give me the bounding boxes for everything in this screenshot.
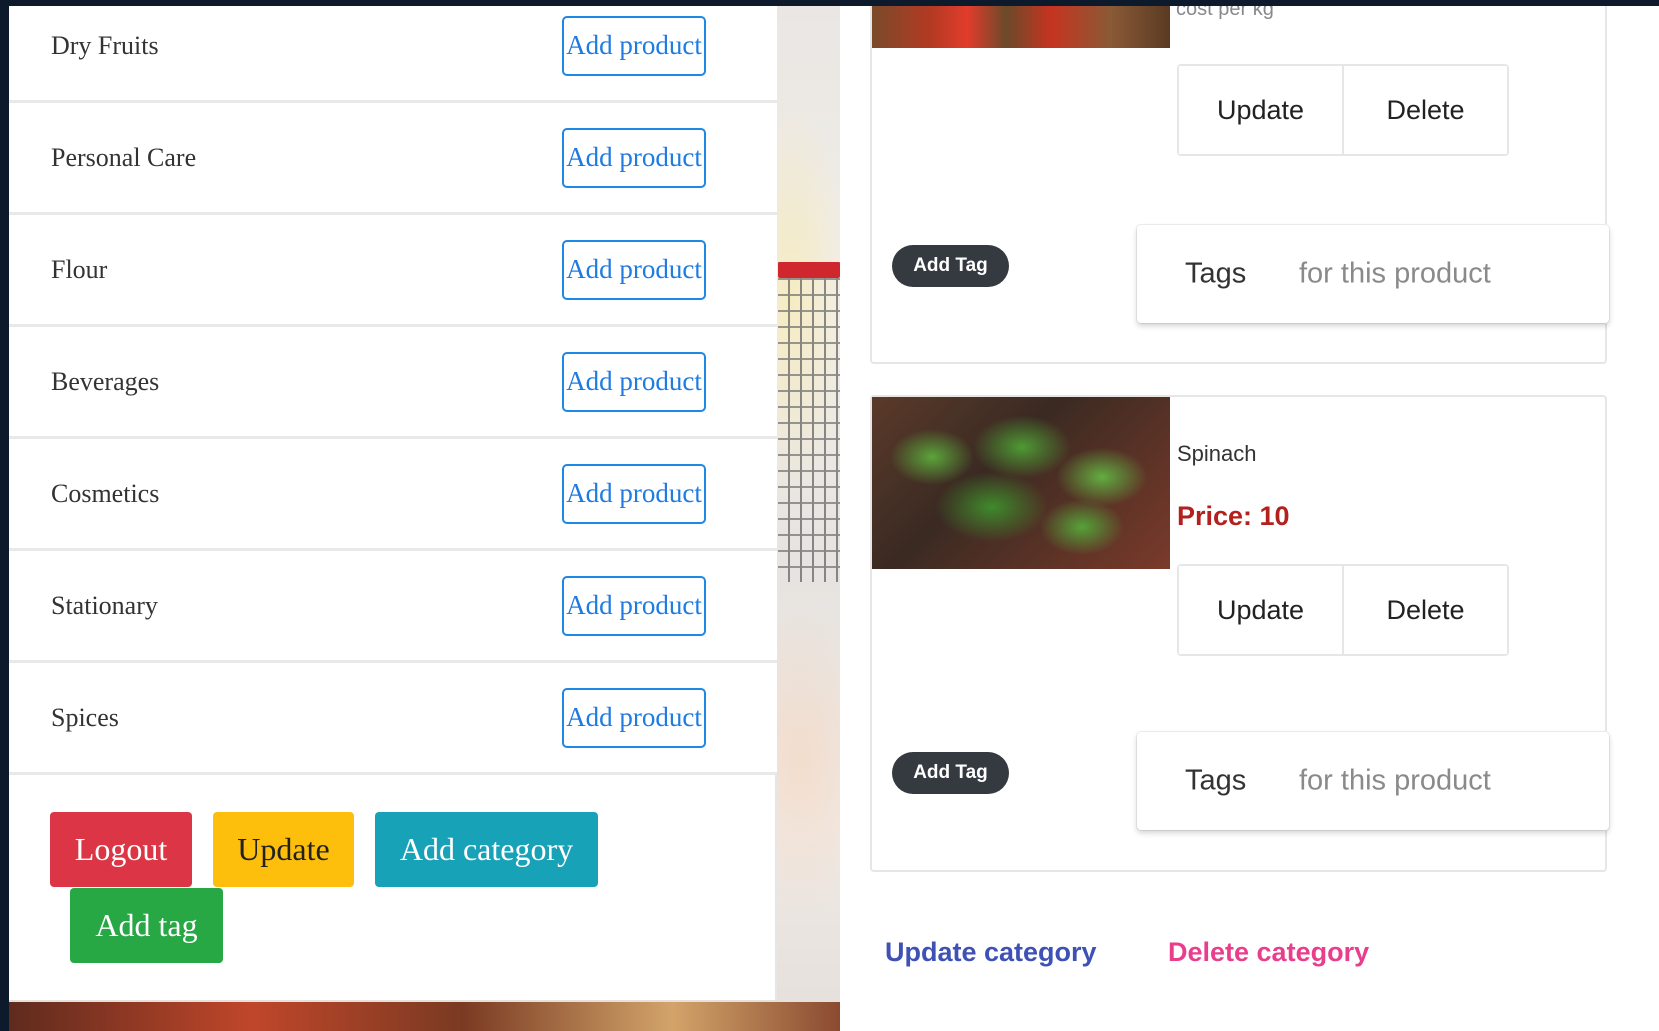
category-row-personal-care: Personal Care Add product — [9, 103, 777, 215]
product-panel: cost per kg Update Delete Add Tag Tags S… — [840, 0, 1659, 1031]
category-row-spices: Spices Add product — [9, 663, 777, 775]
category-name: Beverages — [51, 366, 160, 396]
add-product-button[interactable]: Add product — [562, 127, 706, 188]
shopping-cart-image — [778, 262, 840, 582]
category-name: Flour — [51, 254, 108, 284]
product-delete-button[interactable]: Delete — [1344, 66, 1507, 154]
tags-field: Tags — [1137, 732, 1609, 830]
cart-handle-image — [778, 262, 840, 278]
product-update-button[interactable]: Update — [1179, 566, 1344, 654]
category-row-beverages: Beverages Add product — [9, 327, 777, 439]
tags-label: Tags — [1185, 257, 1247, 290]
tags-input[interactable] — [1299, 257, 1589, 291]
tags-input[interactable] — [1299, 764, 1589, 798]
logout-button[interactable]: Logout — [50, 812, 192, 887]
product-add-tag-button[interactable]: Add Tag — [892, 245, 1009, 287]
product-image-tomato — [872, 0, 1170, 48]
product-update-button[interactable]: Update — [1179, 66, 1344, 154]
add-product-button[interactable]: Add product — [562, 575, 706, 636]
product-action-group: Update Delete — [1177, 64, 1509, 156]
add-tag-button[interactable]: Add tag — [70, 888, 223, 963]
product-delete-button[interactable]: Delete — [1344, 566, 1507, 654]
category-row-stationary: Stationary Add product — [9, 551, 777, 663]
category-row-dry-fruits: Dry Fruits Add product — [9, 0, 777, 103]
window-top-edge — [0, 0, 1659, 6]
add-product-button[interactable]: Add product — [562, 15, 706, 76]
product-add-tag-button[interactable]: Add Tag — [892, 752, 1009, 794]
add-product-button[interactable]: Add product — [562, 687, 706, 748]
update-category-link[interactable]: Update category — [885, 937, 1097, 968]
category-name: Cosmetics — [51, 478, 160, 508]
background-photo-bottom — [0, 1002, 840, 1031]
category-name: Dry Fruits — [51, 30, 159, 60]
tags-field: Tags — [1137, 225, 1609, 323]
add-product-button[interactable]: Add product — [562, 463, 706, 524]
product-action-group: Update Delete — [1177, 564, 1509, 656]
tags-label: Tags — [1185, 764, 1247, 797]
product-card: Spinach Price: 10 Update Delete Add Tag … — [870, 395, 1609, 872]
product-image-spinach — [872, 397, 1170, 569]
category-name: Stationary — [51, 590, 158, 620]
category-row-flour: Flour Add product — [9, 215, 777, 327]
category-name: Spices — [51, 702, 119, 732]
category-name: Personal Care — [51, 142, 197, 172]
add-category-button[interactable]: Add category — [375, 812, 598, 887]
category-row-cosmetics: Cosmetics Add product — [9, 439, 777, 551]
product-card: cost per kg Update Delete Add Tag Tags — [870, 0, 1609, 364]
window-edge — [0, 0, 9, 1031]
product-price: Price: 10 — [1177, 501, 1290, 531]
add-product-button[interactable]: Add product — [562, 239, 706, 300]
delete-category-link[interactable]: Delete category — [1168, 937, 1369, 968]
update-button[interactable]: Update — [213, 812, 354, 887]
product-name: Spinach — [1177, 441, 1257, 466]
category-list: Dry Fruits Add product Personal Care Add… — [9, 0, 777, 1000]
add-product-button[interactable]: Add product — [562, 351, 706, 412]
